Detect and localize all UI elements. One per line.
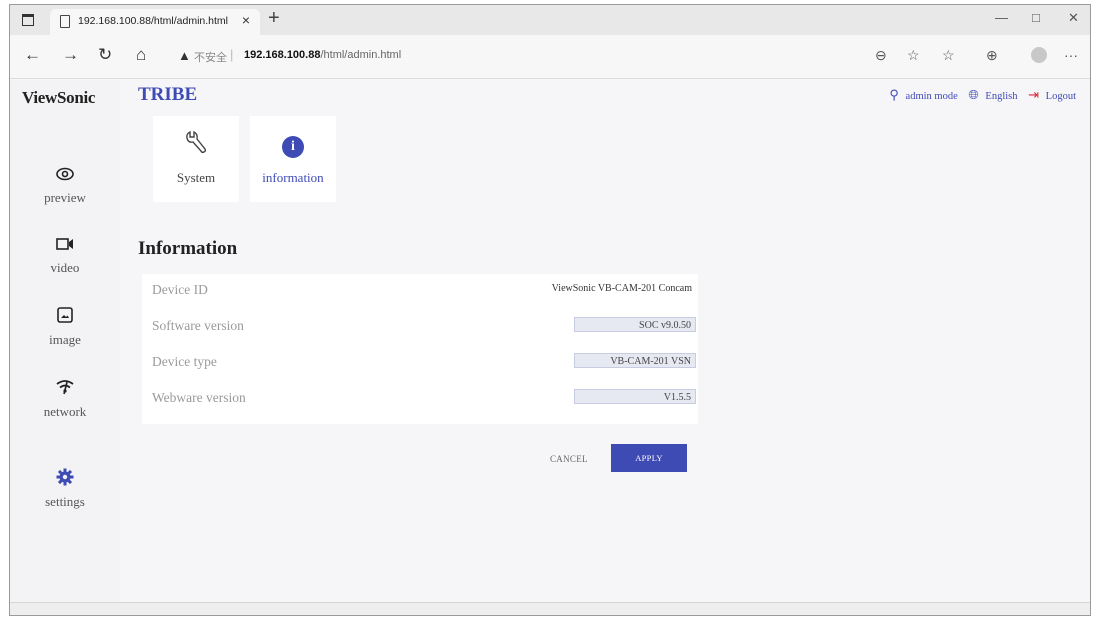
admin-mode-link[interactable]: ⚲ admin mode bbox=[885, 87, 958, 102]
user-icon: ⚲ bbox=[889, 87, 899, 102]
tab-label: System bbox=[176, 170, 216, 185]
info-row-webware-version: Webware version V1.5.5 bbox=[142, 386, 698, 410]
info-value: ViewSonic VB-CAM-201 Concam bbox=[551, 283, 692, 294]
browser-tab[interactable]: 192.168.100.88/html/admin.html × bbox=[50, 9, 260, 35]
info-row-software-version: Software version SOC v9.0.50 bbox=[142, 314, 698, 338]
favorites-icon[interactable]: ☆ bbox=[942, 47, 955, 64]
warning-icon[interactable]: ▲ bbox=[178, 48, 191, 63]
info-value: SOC v9.0.50 bbox=[574, 317, 696, 332]
sidebar-item-video[interactable]: video bbox=[10, 234, 120, 276]
tab-information[interactable]: i information bbox=[250, 116, 336, 202]
product-title: TRIBE bbox=[138, 84, 198, 105]
sidebar: ViewSonic preview video image network se… bbox=[10, 80, 120, 602]
info-icon: i bbox=[250, 130, 336, 158]
logout-link[interactable]: ⇥ Logout bbox=[1024, 87, 1076, 102]
language-link[interactable]: 🌐︎ English bbox=[964, 87, 1018, 102]
admin-mode-label: admin mode bbox=[905, 91, 958, 102]
information-panel: Device ID ViewSonic VB-CAM-201 Concam So… bbox=[142, 274, 698, 424]
sidebar-item-image[interactable]: image bbox=[10, 306, 120, 348]
url-host: 192.168.100.88 bbox=[244, 49, 321, 61]
minimize-button[interactable]: — bbox=[995, 10, 1008, 25]
eye-icon bbox=[10, 164, 120, 186]
sidebar-item-label: video bbox=[50, 260, 80, 275]
video-camera-icon bbox=[10, 234, 120, 256]
info-label: Device type bbox=[152, 354, 217, 369]
forward-button[interactable]: → bbox=[62, 46, 79, 64]
logout-icon: ⇥ bbox=[1028, 87, 1040, 102]
app-content: ViewSonic preview video image network se… bbox=[10, 80, 1090, 602]
address-separator: | bbox=[230, 47, 234, 62]
window-menu-icon[interactable] bbox=[22, 14, 34, 26]
tab-system[interactable]: System bbox=[153, 116, 239, 202]
info-value: VB-CAM-201 VSN bbox=[574, 353, 696, 368]
brand-logo: ViewSonic bbox=[22, 88, 96, 107]
apply-button[interactable]: APPLY bbox=[611, 444, 687, 472]
refresh-button[interactable]: ↻ bbox=[98, 46, 112, 64]
close-window-button[interactable]: ✕ bbox=[1068, 10, 1079, 26]
maximize-button[interactable]: □ bbox=[1032, 10, 1040, 25]
address-input[interactable]: 192.168.100.88/html/admin.html bbox=[244, 49, 401, 61]
url-path: /html/admin.html bbox=[320, 49, 402, 61]
status-bar bbox=[10, 602, 1090, 615]
sidebar-item-label: preview bbox=[44, 190, 86, 205]
info-value: V1.5.5 bbox=[574, 389, 696, 404]
tab-title: 192.168.100.88/html/admin.html bbox=[78, 15, 229, 27]
tab-bar: 192.168.100.88/html/admin.html × + — □ ✕ bbox=[10, 5, 1090, 35]
sidebar-item-settings[interactable]: settings bbox=[10, 468, 120, 510]
more-menu-icon[interactable]: ··· bbox=[1064, 47, 1078, 63]
wifi-icon bbox=[10, 378, 120, 400]
sidebar-item-label: image bbox=[49, 332, 81, 347]
image-icon bbox=[10, 306, 120, 328]
gear-icon bbox=[10, 468, 120, 490]
add-favorite-icon[interactable]: ☆ bbox=[907, 47, 920, 64]
security-label[interactable]: 不安全 bbox=[194, 49, 227, 65]
info-label: Webware version bbox=[152, 390, 246, 405]
sidebar-item-preview[interactable]: preview bbox=[10, 164, 120, 206]
logout-label: Logout bbox=[1045, 91, 1076, 102]
sidebar-item-network[interactable]: network bbox=[10, 378, 120, 420]
wrench-icon bbox=[153, 130, 239, 156]
header-actions: ⚲ admin mode 🌐︎ English ⇥ Logout bbox=[881, 87, 1076, 103]
tab-close-button[interactable]: × bbox=[242, 12, 250, 28]
tab-label: information bbox=[262, 170, 324, 185]
info-row-device-id: Device ID ViewSonic VB-CAM-201 Concam bbox=[142, 278, 698, 302]
page-title: Information bbox=[138, 238, 238, 259]
language-label: English bbox=[985, 91, 1018, 102]
info-label: Device ID bbox=[152, 282, 208, 297]
browser-window: 192.168.100.88/html/admin.html × + — □ ✕… bbox=[9, 4, 1091, 616]
sidebar-item-label: network bbox=[43, 404, 87, 419]
home-button[interactable]: ⌂ bbox=[136, 46, 146, 64]
info-row-device-type: Device type VB-CAM-201 VSN bbox=[142, 350, 698, 374]
info-label: Software version bbox=[152, 318, 244, 333]
navigation-bar: ← → ↻ ⌂ ▲ 不安全 | 192.168.100.88/html/admi… bbox=[10, 35, 1090, 79]
page-icon bbox=[60, 15, 70, 28]
collections-icon[interactable]: ⊕ bbox=[986, 47, 998, 64]
new-tab-button[interactable]: + bbox=[268, 7, 280, 30]
back-button[interactable]: ← bbox=[24, 46, 41, 64]
zoom-icon[interactable]: ⊖ bbox=[875, 47, 887, 64]
globe-icon: 🌐︎ bbox=[968, 87, 979, 102]
profile-avatar[interactable] bbox=[1031, 47, 1047, 63]
sidebar-item-label: settings bbox=[45, 494, 85, 509]
cancel-button[interactable]: CANCEL bbox=[550, 454, 588, 464]
